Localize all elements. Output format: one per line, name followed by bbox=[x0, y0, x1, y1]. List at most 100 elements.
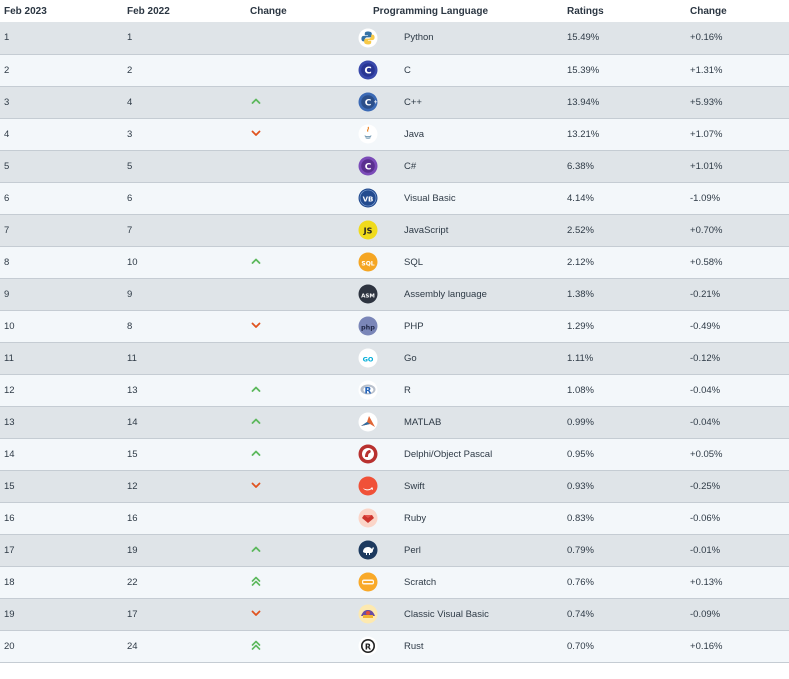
table-row[interactable]: 3 4 C + C++ 13.94% +5.93% bbox=[0, 86, 789, 118]
language-logo-cell: JS bbox=[358, 214, 404, 246]
svg-text:ASM: ASM bbox=[361, 293, 375, 299]
assembly-icon: ASM bbox=[358, 284, 378, 304]
arrow-down-icon bbox=[251, 322, 261, 328]
rank-2023: 12 bbox=[4, 384, 15, 396]
rating-change: -0.06% bbox=[690, 512, 721, 524]
arrow-up-icon bbox=[251, 418, 261, 424]
rank-2022: 19 bbox=[127, 544, 138, 556]
rank-2022: 16 bbox=[127, 512, 138, 524]
language-name[interactable]: JavaScript bbox=[404, 214, 563, 246]
language-name[interactable]: Scratch bbox=[404, 566, 563, 598]
language-name[interactable]: Perl bbox=[404, 534, 563, 566]
table-row[interactable]: 8 10 SQL SQL 2.12% +0.58% bbox=[0, 246, 789, 278]
rating-value: 0.93% bbox=[567, 480, 594, 492]
table-row[interactable]: 7 7 JS JavaScript 2.52% +0.70% bbox=[0, 214, 789, 246]
language-name[interactable]: MATLAB bbox=[404, 406, 563, 438]
language-name[interactable]: Go bbox=[404, 342, 563, 374]
rank-2023: 4 bbox=[4, 128, 10, 140]
table-row[interactable]: 9 9 ASM Assembly language 1.38% -0.21% bbox=[0, 278, 789, 310]
svg-text:R: R bbox=[365, 386, 372, 396]
table-row[interactable]: 4 3 Java 13.21% +1.07% bbox=[0, 118, 789, 150]
rating-change: +0.70% bbox=[690, 224, 723, 236]
rank-2023: 14 bbox=[4, 448, 15, 460]
language-name[interactable]: Delphi/Object Pascal bbox=[404, 438, 563, 470]
rating-value: 6.38% bbox=[567, 160, 594, 172]
table-row[interactable]: 6 6 VB Visual Basic 4.14% -1.09% bbox=[0, 182, 789, 214]
table-row[interactable]: 12 13 R R 1.08% -0.04% bbox=[0, 374, 789, 406]
trend-cell bbox=[246, 534, 358, 566]
trend-cell bbox=[246, 438, 358, 470]
table-row[interactable]: 1 1 Python 15.49% +0.16% bbox=[0, 22, 789, 54]
rating-value: 2.52% bbox=[567, 224, 594, 236]
language-name[interactable]: SQL bbox=[404, 246, 563, 278]
table-row[interactable]: 18 22 Scratch 0.76% +0.13% bbox=[0, 566, 789, 598]
language-name[interactable]: C bbox=[404, 54, 563, 86]
rating-value: 1.29% bbox=[567, 320, 594, 332]
rank-2022: 13 bbox=[127, 384, 138, 396]
rank-2023: 16 bbox=[4, 512, 15, 524]
header-feb-2023[interactable]: Feb 2023 bbox=[0, 0, 123, 22]
language-name[interactable]: C# bbox=[404, 150, 563, 182]
delphi-icon bbox=[358, 444, 378, 464]
language-name[interactable]: Ruby bbox=[404, 502, 563, 534]
rating-change: -0.21% bbox=[690, 288, 721, 300]
rank-2023: 17 bbox=[4, 544, 15, 556]
rating-change: +1.07% bbox=[690, 128, 723, 140]
language-name[interactable]: Java bbox=[404, 118, 563, 150]
svg-text:JS: JS bbox=[363, 226, 373, 235]
header-programming-language[interactable]: Programming Language bbox=[358, 0, 564, 22]
rating-change: -0.04% bbox=[690, 416, 721, 428]
classic-visual-basic-icon bbox=[358, 604, 378, 624]
python-icon bbox=[358, 28, 378, 48]
table-row[interactable]: 13 14 MATLAB 0.99% -0.04% bbox=[0, 406, 789, 438]
header-change-percent[interactable]: Change bbox=[686, 0, 789, 22]
table-row[interactable]: 17 19 Perl 0.79% -0.01% bbox=[0, 534, 789, 566]
trend-cell bbox=[246, 310, 358, 342]
rating-value: 0.99% bbox=[567, 416, 594, 428]
table-row[interactable]: 16 16 Ruby 0.83% -0.06% bbox=[0, 502, 789, 534]
rust-icon: R bbox=[358, 636, 378, 656]
language-name[interactable]: Python bbox=[404, 22, 563, 54]
language-name[interactable]: Visual Basic bbox=[404, 182, 563, 214]
rating-value: 13.21% bbox=[567, 128, 600, 140]
table-row[interactable]: 20 24 R Rust 0.70% +0.16% bbox=[0, 630, 789, 662]
table-row[interactable]: 14 15 Delphi/Object Pascal 0.95% +0.05% bbox=[0, 438, 789, 470]
rating-change: -0.01% bbox=[690, 544, 721, 556]
rating-change: -1.09% bbox=[690, 192, 721, 204]
trend-cell bbox=[246, 22, 358, 54]
svg-text:SQL: SQL bbox=[361, 260, 374, 267]
language-name[interactable]: Classic Visual Basic bbox=[404, 598, 563, 630]
rating-change: +0.16% bbox=[690, 32, 723, 44]
table-row[interactable]: 15 12 Swift 0.93% -0.25% bbox=[0, 470, 789, 502]
rating-value: 0.83% bbox=[567, 512, 594, 524]
header-feb-2022[interactable]: Feb 2022 bbox=[123, 0, 246, 22]
rank-2023: 5 bbox=[4, 160, 10, 172]
language-name[interactable]: Swift bbox=[404, 470, 563, 502]
language-name[interactable]: Rust bbox=[404, 630, 563, 662]
rank-2022: 15 bbox=[127, 448, 138, 460]
rating-change: +0.13% bbox=[690, 576, 723, 588]
language-logo-cell: C bbox=[358, 54, 404, 86]
language-name[interactable]: PHP bbox=[404, 310, 563, 342]
rank-2022: 9 bbox=[127, 288, 133, 300]
language-name[interactable]: Assembly language bbox=[404, 278, 563, 310]
header-ratings[interactable]: Ratings bbox=[563, 0, 687, 22]
table-row[interactable]: 2 2 C C 15.39% +1.31% bbox=[0, 54, 789, 86]
language-name[interactable]: R bbox=[404, 374, 563, 406]
arrow-up-icon bbox=[251, 450, 261, 456]
trend-cell bbox=[246, 86, 358, 118]
rank-2023: 20 bbox=[4, 640, 15, 652]
rank-2022: 10 bbox=[127, 256, 138, 268]
trend-cell bbox=[246, 246, 358, 278]
table-row[interactable]: 11 11 GO Go 1.11% -0.12% bbox=[0, 342, 789, 374]
language-name[interactable]: C++ bbox=[404, 86, 563, 118]
header-change[interactable]: Change bbox=[246, 0, 358, 22]
table-row[interactable]: 19 17 Classic Visual Basic 0.74% -0.09% bbox=[0, 598, 789, 630]
rating-value: 4.14% bbox=[567, 192, 594, 204]
table-row[interactable]: 10 8 php PHP 1.29% -0.49% bbox=[0, 310, 789, 342]
rating-change: +0.58% bbox=[690, 256, 723, 268]
table-row[interactable]: 5 5 C C# 6.38% +1.01% bbox=[0, 150, 789, 182]
language-logo-cell bbox=[358, 534, 404, 566]
rating-change: -0.25% bbox=[690, 480, 721, 492]
double-arrow-up-icon bbox=[251, 640, 261, 650]
